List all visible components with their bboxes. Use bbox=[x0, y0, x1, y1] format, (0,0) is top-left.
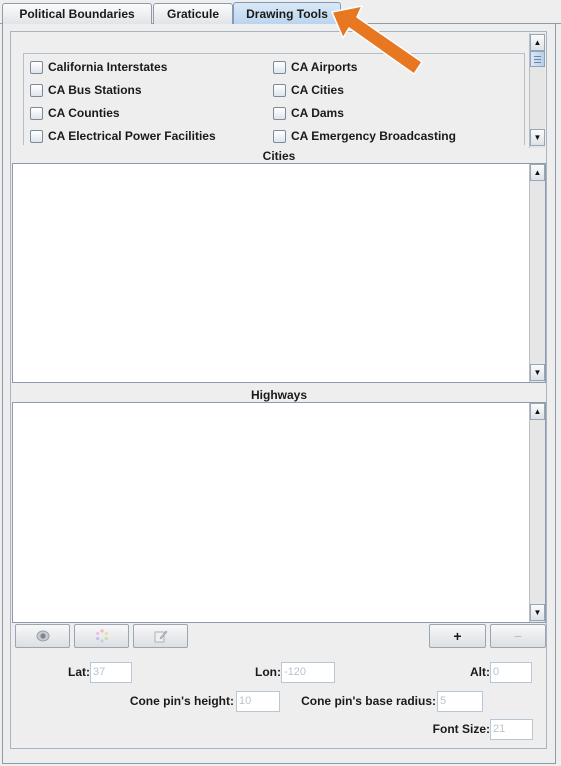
font-size-field[interactable]: 21 bbox=[490, 719, 533, 740]
color-button[interactable] bbox=[74, 624, 129, 648]
checkbox-icon[interactable] bbox=[30, 129, 43, 143]
cities-scrollbar[interactable]: ▲ ▼ bbox=[529, 164, 545, 382]
cone-radius-label: Cone pin's base radius: bbox=[301, 694, 436, 708]
tab-graticule[interactable]: Graticule bbox=[153, 3, 233, 24]
cities-label: Cities bbox=[262, 149, 296, 163]
layer-label: California Interstates bbox=[48, 60, 168, 74]
edit-button[interactable] bbox=[133, 624, 188, 648]
layer-label: CA Counties bbox=[48, 106, 120, 120]
layer-checkbox-ca-cities[interactable]: CA Cities bbox=[273, 81, 344, 99]
alt-label: Alt: bbox=[470, 665, 490, 679]
layer-label: CA Dams bbox=[291, 106, 344, 120]
layers-list: California Interstates CA Airports CA Bu… bbox=[23, 53, 525, 145]
add-button[interactable]: + bbox=[429, 624, 486, 648]
checkbox-icon[interactable] bbox=[273, 129, 286, 143]
eye-icon bbox=[36, 630, 49, 642]
checkbox-icon[interactable] bbox=[30, 83, 43, 97]
tab-bar: Political Boundaries Graticule Drawing T… bbox=[0, 0, 561, 25]
cone-radius-field[interactable]: 5 bbox=[437, 691, 483, 712]
checkbox-icon[interactable] bbox=[30, 106, 43, 120]
layer-checkbox-ca-dams[interactable]: CA Dams bbox=[273, 104, 344, 122]
scroll-up-icon[interactable]: ▲ bbox=[530, 34, 545, 51]
layer-checkbox-ca-counties[interactable]: CA Counties bbox=[30, 104, 120, 122]
scroll-down-icon[interactable]: ▼ bbox=[530, 604, 545, 621]
font-size-label: Font Size: bbox=[432, 722, 490, 736]
highways-label: Highways bbox=[250, 388, 307, 402]
cone-height-field[interactable]: 10 bbox=[236, 691, 280, 712]
layer-checkbox-ca-emergency-broadcasting[interactable]: CA Emergency Broadcasting bbox=[273, 127, 456, 145]
checkbox-icon[interactable] bbox=[273, 60, 286, 74]
checkbox-icon[interactable] bbox=[273, 83, 286, 97]
scroll-up-icon[interactable]: ▲ bbox=[530, 403, 545, 420]
layer-checkbox-ca-bus-stations[interactable]: CA Bus Stations bbox=[30, 81, 142, 99]
lon-field[interactable]: -120 bbox=[281, 662, 335, 683]
annotation-arrow-icon bbox=[331, 5, 423, 75]
layer-label: CA Electrical Power Facilities bbox=[48, 129, 216, 143]
lat-field[interactable]: 37 bbox=[90, 662, 132, 683]
layer-checkbox-ca-electrical-power-facilities[interactable]: CA Electrical Power Facilities bbox=[30, 127, 216, 145]
scroll-down-icon[interactable]: ▼ bbox=[530, 129, 545, 146]
lon-label: Lon: bbox=[255, 665, 281, 679]
tab-political-boundaries[interactable]: Political Boundaries bbox=[2, 3, 152, 24]
remove-button[interactable]: − bbox=[490, 624, 546, 648]
alt-field[interactable]: 0 bbox=[490, 662, 532, 683]
layer-checkbox-california-interstates[interactable]: California Interstates bbox=[30, 58, 167, 76]
highways-scrollbar[interactable]: ▲ ▼ bbox=[529, 403, 545, 622]
scroll-up-icon[interactable]: ▲ bbox=[530, 164, 545, 181]
layer-label: CA Emergency Broadcasting bbox=[291, 129, 456, 143]
highways-list[interactable]: ▲ ▼ bbox=[12, 402, 546, 623]
color-wheel-icon bbox=[95, 629, 108, 643]
scroll-thumb[interactable] bbox=[530, 51, 545, 67]
layers-scroll-pane: California Interstates CA Airports CA Bu… bbox=[12, 33, 546, 148]
layers-scrollbar[interactable]: ▲ ▼ bbox=[529, 33, 545, 148]
checkbox-icon[interactable] bbox=[273, 106, 286, 120]
visibility-button[interactable] bbox=[15, 624, 70, 648]
pencil-icon bbox=[154, 630, 167, 643]
cone-height-label: Cone pin's height: bbox=[129, 694, 234, 708]
lat-label: Lat: bbox=[68, 665, 90, 679]
layer-label: CA Bus Stations bbox=[48, 83, 142, 97]
cities-list[interactable]: ▲ ▼ bbox=[12, 163, 546, 383]
checkbox-icon[interactable] bbox=[30, 60, 43, 74]
scroll-down-icon[interactable]: ▼ bbox=[530, 364, 545, 381]
layer-label: CA Cities bbox=[291, 83, 344, 97]
